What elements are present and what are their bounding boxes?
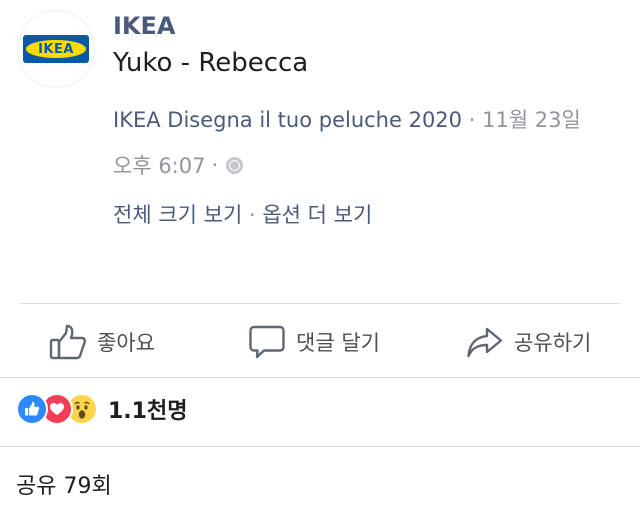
- share-arrow-icon: [466, 323, 504, 361]
- comment-label: 댓글 달기: [296, 331, 380, 355]
- page-avatar[interactable]: IKEA: [17, 10, 95, 88]
- divider-top: [20, 303, 620, 304]
- album-link[interactable]: IKEA Disegna il tuo peluche 2020: [113, 108, 462, 132]
- album-line: IKEA Disegna il tuo peluche 2020 · 11월 2…: [113, 104, 581, 134]
- thumbs-up-icon: [49, 323, 87, 361]
- ikea-logo-text: IKEA: [26, 40, 86, 58]
- share-button[interactable]: 공유하기: [466, 322, 591, 362]
- globe-icon[interactable]: [226, 156, 244, 174]
- ikea-logo: IKEA: [23, 35, 89, 63]
- divider-actions: [0, 377, 640, 378]
- photo-options-line: 전체 크기 보기 · 옵션 더 보기: [113, 199, 372, 229]
- action-bar: 좋아요 댓글 달기 공유하기: [0, 322, 640, 362]
- post-title: Yuko - Rebecca: [113, 48, 309, 78]
- like-reaction-icon: [16, 393, 48, 425]
- links-separator: ·: [248, 203, 256, 227]
- speech-bubble-icon: [248, 323, 286, 361]
- share-count[interactable]: 공유 79회: [16, 468, 112, 500]
- divider-reactions: [0, 446, 640, 447]
- more-options-link[interactable]: 옵션 더 보기: [262, 203, 372, 227]
- comment-button[interactable]: 댓글 달기: [248, 322, 380, 362]
- view-full-size-link[interactable]: 전체 크기 보기: [113, 203, 242, 227]
- post-date[interactable]: 11월 23일: [482, 108, 581, 132]
- reactions-summary[interactable]: 1.1천명: [16, 393, 187, 425]
- like-label: 좋아요: [97, 331, 155, 355]
- reaction-count: 1.1천명: [108, 399, 188, 424]
- post-time[interactable]: 오후 6:07: [113, 150, 205, 180]
- time-separator: ·: [211, 153, 219, 177]
- share-label: 공유하기: [514, 331, 592, 355]
- album-separator: ·: [468, 108, 476, 132]
- time-line: 오후 6:07 ·: [113, 150, 244, 180]
- page-name-link[interactable]: IKEA: [113, 12, 176, 40]
- like-button[interactable]: 좋아요: [49, 322, 155, 362]
